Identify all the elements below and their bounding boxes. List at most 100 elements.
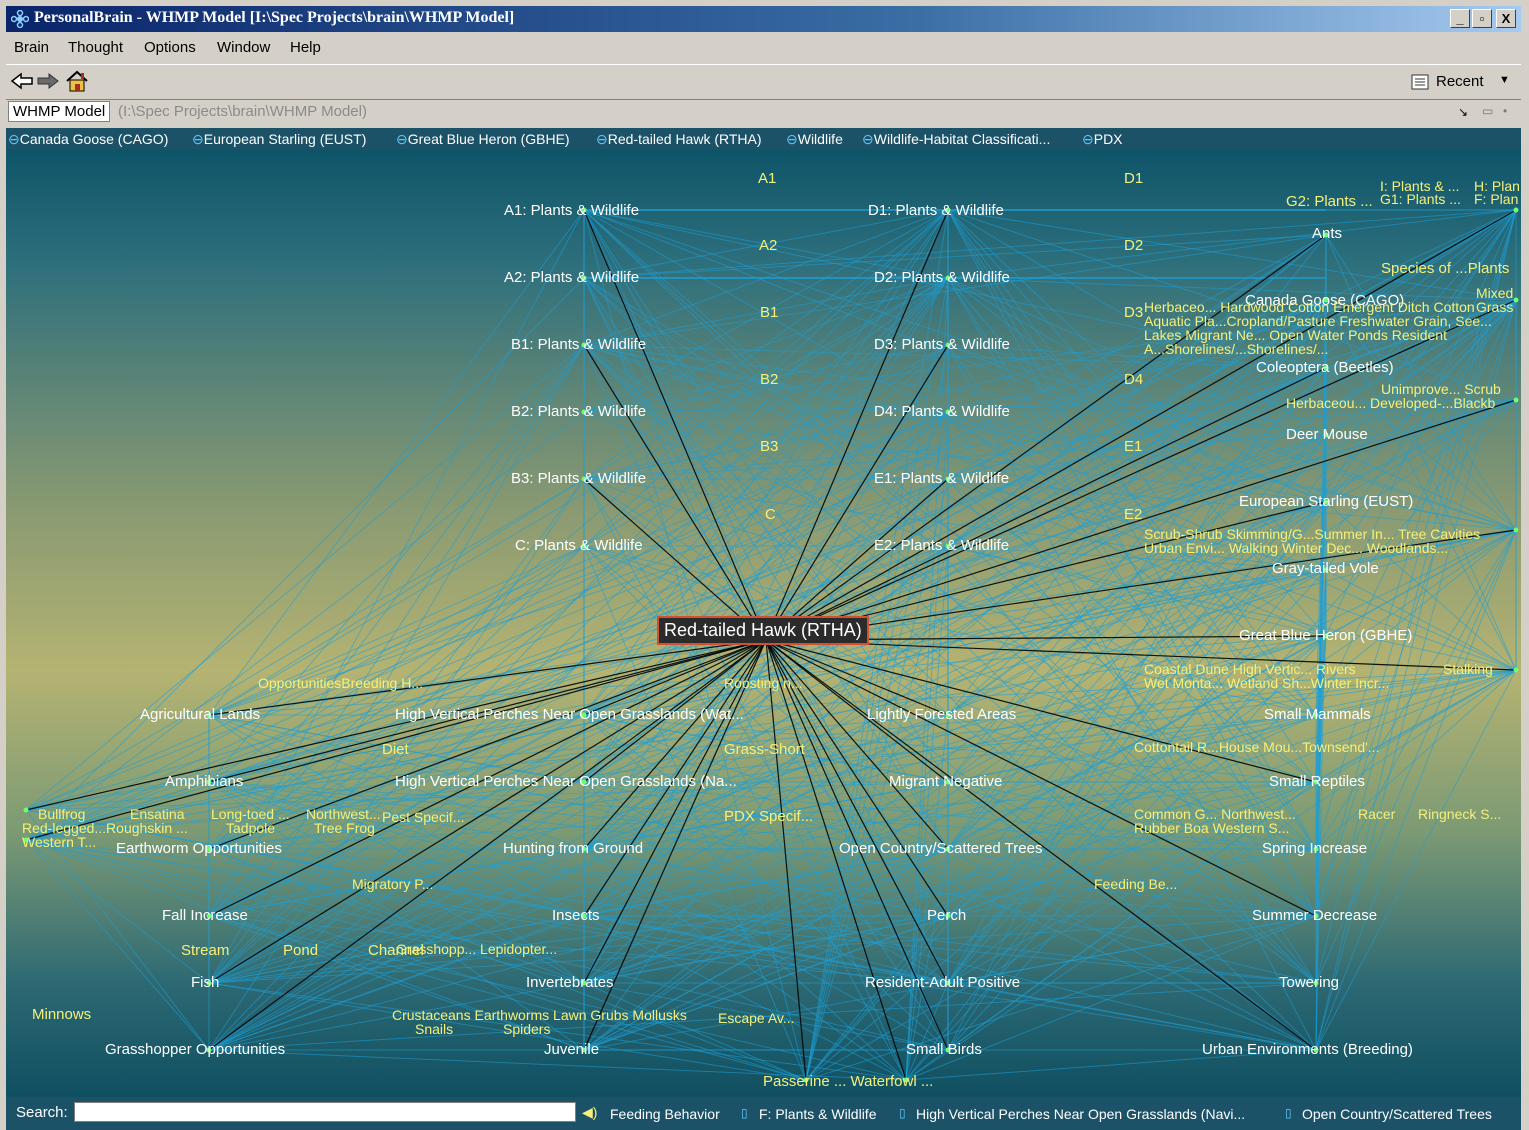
close-button[interactable]: X <box>1496 9 1516 28</box>
thought-cottontail[interactable]: Cottontail R...House Mou...Townsend'... <box>1134 739 1379 755</box>
thought-d4[interactable]: D4: Plants & Wildlife <box>874 404 1010 420</box>
thought-e2-header[interactable]: E2 <box>1124 507 1142 523</box>
thought-d3[interactable]: D3: Plants & Wildlife <box>874 337 1010 353</box>
menu-dot-icon[interactable]: • <box>1503 104 1507 118</box>
pin-item[interactable]: ⊖Great Blue Heron (GBHE) <box>396 131 570 148</box>
thought-snails[interactable]: Snails <box>415 1021 453 1037</box>
thought-pdx-specif[interactable]: PDX Specif... <box>724 809 813 825</box>
pin-item[interactable]: ⊖European Starling (EUST) <box>192 131 366 148</box>
crumb-item[interactable]: Feeding Behavior <box>610 1106 720 1122</box>
speaker-icon[interactable]: ◀) <box>582 1104 597 1121</box>
thought-stream[interactable]: Stream <box>181 943 229 959</box>
thought-fall-increase[interactable]: Fall Increase <box>162 908 248 924</box>
maximize-button[interactable]: ▫ <box>1472 9 1492 28</box>
search-input[interactable] <box>74 1102 576 1122</box>
thought-rubber-boa[interactable]: Rubber Boa Western S... <box>1134 820 1289 836</box>
brain-name[interactable]: WHMP Model <box>8 101 111 122</box>
thought-species[interactable]: Species of ...Plants <box>1381 261 1509 277</box>
pin-item[interactable]: ⊖PDX <box>1082 131 1123 148</box>
thought-a2-header[interactable]: A2 <box>759 238 777 254</box>
recent-button[interactable]: Recent <box>1436 73 1484 90</box>
thought-b2[interactable]: B2: Plants & Wildlife <box>511 404 646 420</box>
thought-perch[interactable]: Perch <box>927 908 966 924</box>
thought-spiders[interactable]: Spiders <box>503 1021 550 1037</box>
thought-diet[interactable]: Diet <box>382 742 409 758</box>
thought-tadpole[interactable]: Tadpole <box>226 820 275 836</box>
thought-minnows[interactable]: Minnows <box>32 1007 91 1023</box>
thought-agricultural-lands[interactable]: Agricultural Lands <box>140 707 260 723</box>
menu-thought[interactable]: Thought <box>68 39 123 56</box>
thought-d4-header[interactable]: D4 <box>1124 372 1143 388</box>
pin-item[interactable]: ⊖Red-tailed Hawk (RTHA) <box>596 131 762 148</box>
thought-g2[interactable]: G2: Plants ... <box>1286 194 1373 210</box>
menu-brain[interactable]: Brain <box>14 39 49 56</box>
thought-b1-header[interactable]: B1 <box>760 305 778 321</box>
thought-deer-mouse[interactable]: Deer Mouse <box>1286 427 1368 443</box>
thought-b3[interactable]: B3: Plants & Wildlife <box>511 471 646 487</box>
thought-western-t[interactable]: Western T... <box>22 834 96 850</box>
thought-a2[interactable]: A2: Plants & Wildlife <box>504 270 639 286</box>
thought-grasshopper-opportunities[interactable]: Grasshopper Opportunities <box>105 1042 285 1058</box>
pin-item[interactable]: ⊖Canada Goose (CAGO) <box>8 131 168 148</box>
thought-small-reptiles[interactable]: Small Reptiles <box>1269 774 1365 790</box>
thought-fish[interactable]: Fish <box>191 975 219 991</box>
thought-invertebrates[interactable]: Invertebrates <box>526 975 614 991</box>
thought-lightly-forested[interactable]: Lightly Forested Areas <box>867 707 1016 723</box>
thought-d1[interactable]: D1: Plants & Wildlife <box>868 203 1004 219</box>
thought-grasshopper-lepidoptera[interactable]: Grasshopp... Lepidopter... <box>396 941 557 957</box>
active-thought[interactable]: Red-tailed Hawk (RTHA) <box>657 616 869 645</box>
thought-d3-header[interactable]: D3 <box>1124 305 1143 321</box>
minimize-button[interactable]: _ <box>1450 9 1470 28</box>
thought-amphibians[interactable]: Amphibians <box>165 774 243 790</box>
thought-grass-short[interactable]: Grass-Short <box>724 742 805 758</box>
thought-juvenile[interactable]: Juvenile <box>544 1042 599 1058</box>
thought-tree-frog[interactable]: Tree Frog <box>314 820 375 836</box>
thought-stalking[interactable]: Stalking <box>1443 661 1493 677</box>
thought-e1[interactable]: E1: Plants & Wildlife <box>874 471 1009 487</box>
thought-small-birds[interactable]: Small Birds <box>906 1042 982 1058</box>
title-bar[interactable]: PersonalBrain - WHMP Model [I:\Spec Proj… <box>6 6 1521 32</box>
thought-ants[interactable]: Ants <box>1312 226 1342 242</box>
menu-help[interactable]: Help <box>290 39 321 56</box>
thought-spring-increase[interactable]: Spring Increase <box>1262 841 1367 857</box>
thought-pest-specif[interactable]: Pest Specif... <box>382 809 464 825</box>
thought-roosting[interactable]: Roosting n... <box>724 675 803 691</box>
thought-b3-header[interactable]: B3 <box>760 439 778 455</box>
thought-resident-adult[interactable]: Resident-Adult Positive <box>865 975 1020 991</box>
thought-herbaceou[interactable]: Herbaceou... Developed-...Blackb <box>1286 395 1495 411</box>
thought-a1[interactable]: A1: Plants & Wildlife <box>504 203 639 219</box>
thought-hunting-ground[interactable]: Hunting from Ground <box>503 841 643 857</box>
thought-passerine-waterfowl[interactable]: Passerine ... Waterfowl ... <box>763 1074 933 1090</box>
thought-insects[interactable]: Insects <box>552 908 600 924</box>
thought-feeding-be[interactable]: Feeding Be... <box>1094 876 1177 892</box>
thought-open-country[interactable]: Open Country/Scattered Trees <box>839 841 1042 857</box>
thought-summer-decrease[interactable]: Summer Decrease <box>1252 908 1377 924</box>
back-arrow-icon[interactable] <box>10 71 34 91</box>
thought-racer[interactable]: Racer <box>1358 806 1395 822</box>
thought-migrant-negative[interactable]: Migrant Negative <box>889 774 1002 790</box>
crumb-item[interactable]: High Vertical Perches Near Open Grasslan… <box>916 1106 1245 1122</box>
thought-d2-header[interactable]: D2 <box>1124 238 1143 254</box>
thought-migratory[interactable]: Migratory P... <box>352 876 433 892</box>
thought-coleoptera[interactable]: Coleoptera (Beetles) <box>1256 360 1394 376</box>
thought-i-g1[interactable]: I: Plants & ... G1: Plants ... <box>1380 179 1480 206</box>
thought-eust[interactable]: European Starling (EUST) <box>1239 494 1413 510</box>
thought-ringneck[interactable]: Ringneck S... <box>1418 806 1501 822</box>
pin-item[interactable]: ⊖Wildlife-Habitat Classificati... <box>862 131 1050 148</box>
thought-pond[interactable]: Pond <box>283 943 318 959</box>
thought-d1-header[interactable]: D1 <box>1124 171 1143 187</box>
panel-icon[interactable]: ▭ <box>1482 104 1493 118</box>
thought-towering[interactable]: Towering <box>1279 975 1339 991</box>
thought-habitat-cluster[interactable]: Herbaceo... Hardwood Cotton Emergent Dit… <box>1144 300 1519 356</box>
thought-d2[interactable]: D2: Plants & Wildlife <box>874 270 1010 286</box>
thought-c-header[interactable]: C <box>765 507 776 523</box>
crumb-item[interactable]: F: Plants & Wildlife <box>759 1106 876 1122</box>
pin-item[interactable]: ⊖Wildlife <box>786 131 843 148</box>
menu-window[interactable]: Window <box>217 39 270 56</box>
thought-b1[interactable]: B1: Plants & Wildlife <box>511 337 646 353</box>
thought-opportunities-breeding[interactable]: OpportunitiesBreeding H... <box>258 675 423 691</box>
home-icon[interactable] <box>64 69 90 93</box>
thought-a1-header[interactable]: A1 <box>758 171 776 187</box>
thought-e2[interactable]: E2: Plants & Wildlife <box>874 538 1009 554</box>
thought-escape[interactable]: Escape Av... <box>718 1010 795 1026</box>
